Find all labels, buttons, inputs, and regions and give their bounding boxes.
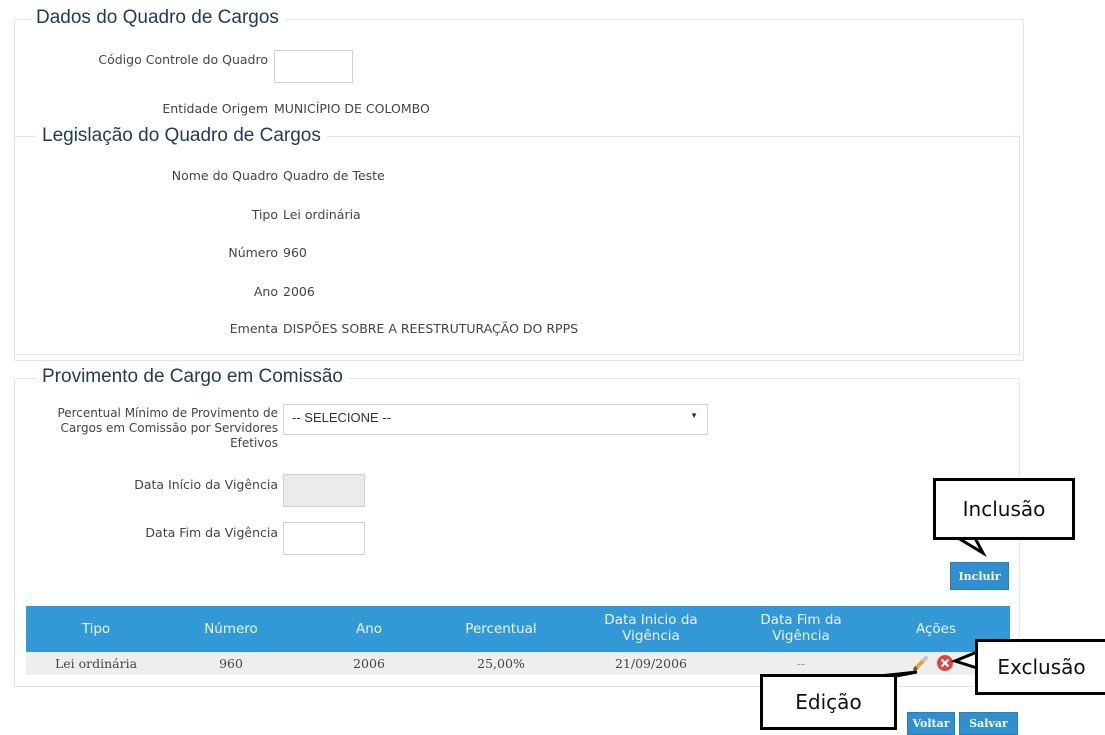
chevron-down-icon: ▼: [690, 411, 698, 420]
percentual-label-line3: Efetivos: [230, 436, 278, 450]
percentual-select-value: -- SELECIONE --: [292, 410, 391, 425]
th-data-inicio-line1: Data Inicio da: [604, 612, 698, 628]
entidade-origem-label: Entidade Origem: [162, 101, 268, 116]
tipo-label: Tipo: [251, 207, 278, 222]
data-fim-label: Data Fim da Vigência: [145, 525, 278, 540]
th-ano: Ano: [355, 621, 383, 637]
voltar-button[interactable]: Voltar: [907, 712, 955, 735]
numero-value: 960: [283, 245, 307, 260]
th-data-fim-line1: Data Fim da: [760, 612, 842, 628]
th-percentual: Percentual: [465, 621, 537, 637]
td-data-fim: --: [796, 656, 806, 671]
numero-label: Número: [228, 245, 278, 260]
th-data-fim-line2: Vigência: [772, 628, 830, 644]
nome-quadro-value: Quadro de Teste: [283, 168, 385, 183]
table-row: Lei ordinária 960 2006 25,00% 21/09/2006…: [26, 652, 1010, 675]
th-data-fim: Data Fim da Vigência: [736, 612, 866, 644]
legislacao-legend: Legislação do Quadro de Cargos: [36, 125, 327, 147]
data-fim-input[interactable]: [283, 522, 365, 555]
th-numero: Número: [204, 621, 258, 637]
td-numero: 960: [219, 656, 243, 671]
ano-value: 2006: [283, 284, 315, 299]
td-ano: 2006: [353, 656, 385, 671]
th-data-inicio-line2: Vigência: [622, 628, 680, 644]
th-data-inicio: Data Inicio da Vigência: [581, 612, 721, 644]
th-acoes: Ações: [915, 621, 957, 637]
codigo-controle-label: Código Controle do Quadro: [98, 52, 268, 67]
percentual-label-line1: Percentual Mínimo de Provimento de: [57, 406, 278, 420]
salvar-button[interactable]: Salvar: [959, 712, 1018, 735]
data-inicio-label: Data Início da Vigência: [134, 477, 278, 492]
ano-label: Ano: [253, 284, 278, 299]
percentual-select[interactable]: -- SELECIONE -- ▼: [283, 404, 708, 435]
pencil-icon[interactable]: [912, 654, 930, 672]
dados-quadro-legend: Dados do Quadro de Cargos: [30, 7, 285, 29]
tipo-value: Lei ordinária: [283, 207, 361, 222]
provimento-legend: Provimento de Cargo em Comissão: [36, 366, 349, 388]
ementa-label: Ementa: [229, 321, 278, 336]
nome-quadro-label: Nome do Quadro: [171, 168, 278, 183]
data-inicio-input: [283, 474, 365, 507]
entidade-origem-value: MUNICÍPIO DE COLOMBO: [274, 101, 430, 116]
incluir-button[interactable]: Incluir: [950, 562, 1009, 590]
codigo-controle-input[interactable]: [274, 50, 353, 83]
td-data-inicio: 21/09/2006: [614, 656, 688, 671]
td-tipo: Lei ordinária: [54, 656, 138, 671]
table-header: Tipo Número Ano Percentual Data Inicio d…: [26, 606, 1010, 652]
callout-exclusao: Exclusão: [975, 639, 1105, 695]
callout-edicao: Edição: [760, 674, 897, 730]
percentual-label-line2: Cargos em Comissão por Servidores: [60, 421, 278, 435]
th-tipo: Tipo: [81, 621, 111, 637]
callout-inclusao: Inclusão: [933, 478, 1075, 540]
ementa-value: DISPÕES SOBRE A REESTRUTURAÇÃO DO RPPS: [283, 321, 579, 336]
td-percentual: 25,00%: [477, 656, 525, 671]
delete-circle-icon[interactable]: [936, 654, 954, 672]
